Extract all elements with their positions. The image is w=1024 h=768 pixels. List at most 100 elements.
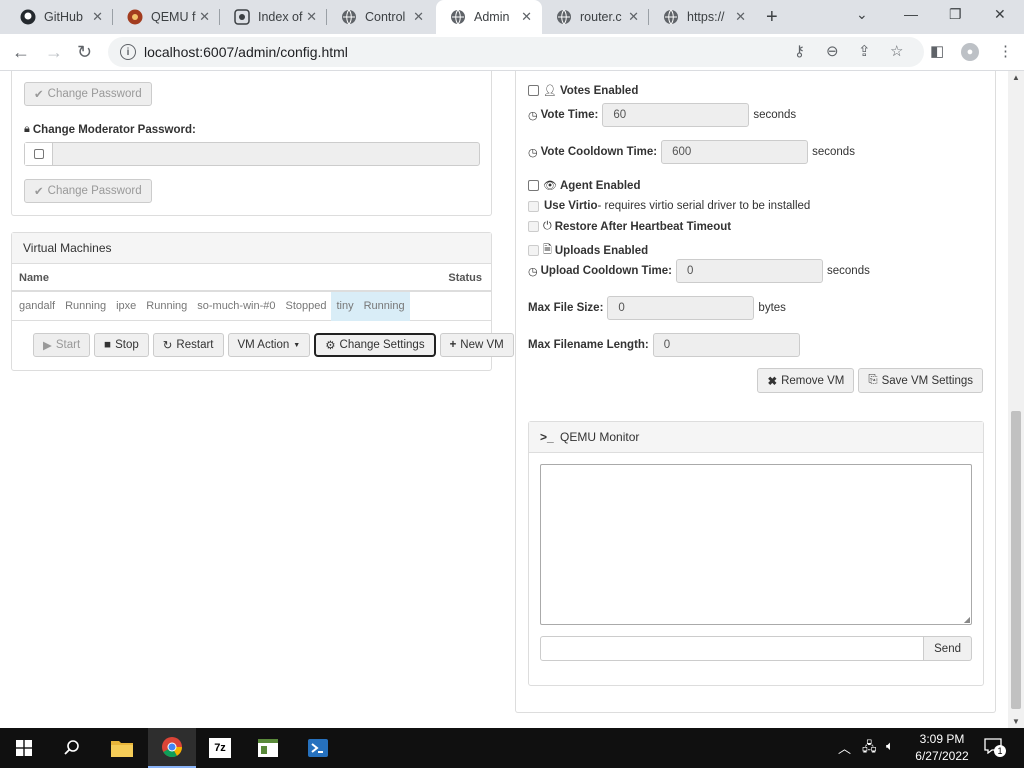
vote-cooldown-label: Vote Cooldown Time: — [540, 146, 658, 158]
vm-status[interactable]: Running — [141, 300, 192, 312]
tab-search-icon[interactable]: ⌄ — [856, 6, 868, 23]
new-vm-button[interactable]: + New VM — [439, 333, 514, 357]
show-password-checkbox[interactable] — [33, 149, 44, 159]
input-value: 60 — [613, 109, 627, 121]
use-virtio-row[interactable]: Use Virtio - requires virtio serial driv… — [528, 200, 810, 212]
show-password-toggle[interactable] — [25, 143, 53, 165]
volume-icon[interactable]: 🔈︎ — [886, 738, 894, 754]
button-label: Send — [934, 642, 961, 655]
agent-enabled-checkbox[interactable] — [528, 180, 539, 191]
start-button[interactable] — [0, 728, 48, 768]
profile-avatar[interactable]: ● — [961, 43, 979, 61]
restart-button[interactable]: ↻ Restart — [152, 333, 224, 357]
close-icon[interactable]: ✕ — [199, 10, 210, 24]
close-window-button[interactable]: ✕ — [994, 6, 1006, 23]
taskbar-file-explorer[interactable] — [98, 728, 146, 768]
vm-status[interactable]: Running — [359, 300, 410, 312]
votes-enabled-checkbox[interactable] — [528, 85, 539, 96]
use-virtio-label: Use Virtio — [544, 200, 598, 212]
vote-cooldown-input[interactable]: 600 — [661, 140, 809, 164]
network-icon[interactable]: 🖧︎ — [862, 738, 877, 760]
restart-icon: ↻ — [162, 340, 173, 352]
taskbar-powershell[interactable] — [294, 728, 342, 768]
close-icon[interactable]: ✕ — [92, 10, 103, 24]
side-panel-icon[interactable]: ◧ — [930, 43, 944, 61]
back-button[interactable]: ← — [12, 42, 30, 62]
upload-cooldown-input[interactable]: 0 — [676, 259, 824, 283]
page-scrollbar[interactable]: ▲ ▼ — [1008, 71, 1024, 728]
close-icon[interactable]: ✕ — [306, 10, 317, 24]
7zip-icon: 7z — [209, 738, 231, 758]
change-settings-button[interactable]: ⚙ Change Settings — [314, 333, 436, 357]
vm-status[interactable]: Stopped — [281, 300, 332, 312]
votes-enabled-row[interactable]: 👤︎ Votes Enabled — [528, 84, 638, 97]
close-icon[interactable]: ✕ — [521, 10, 532, 24]
eye-icon: 👁︎ — [543, 180, 557, 192]
restore-heartbeat-row[interactable]: ⏻ Restore After Heartbeat Timeout — [528, 220, 731, 233]
close-icon[interactable]: ✕ — [735, 10, 746, 24]
share-icon[interactable]: ⇪ — [858, 43, 871, 61]
menu-kebab-icon[interactable]: ⋮ — [998, 43, 1013, 61]
max-file-size-input[interactable]: 0 — [607, 296, 755, 320]
vm-name[interactable]: so-much-win-#0 — [192, 300, 280, 312]
agent-enabled-row[interactable]: 👁︎ Agent Enabled — [528, 179, 640, 192]
moderator-password-input[interactable] — [53, 143, 479, 165]
restore-heartbeat-checkbox[interactable] — [528, 221, 539, 232]
taskbar-search-button[interactable] — [48, 728, 96, 768]
taskbar-chrome[interactable] — [148, 728, 196, 768]
change-moderator-password-button[interactable]: ✔ Change Password — [24, 179, 152, 203]
save-vm-settings-button[interactable]: ⎘ Save VM Settings — [858, 368, 983, 393]
vm-name[interactable]: gandalf — [14, 300, 60, 312]
close-icon[interactable]: ✕ — [413, 10, 424, 24]
stop-button[interactable]: ■ Stop — [94, 333, 149, 357]
remove-vm-button[interactable]: ✖ Remove VM — [757, 368, 855, 393]
max-filename-input[interactable]: 0 — [652, 333, 800, 357]
zoom-icon[interactable]: ⊖ — [826, 43, 839, 61]
button-label: Start — [55, 339, 81, 351]
vm-name[interactable]: tiny — [331, 300, 358, 312]
uploads-enabled-row[interactable]: 🗎 Uploads Enabled — [528, 241, 648, 260]
reload-button[interactable]: ↻ — [77, 42, 92, 62]
uploads-enabled-checkbox[interactable] — [528, 245, 539, 256]
scroll-up-arrow-icon[interactable]: ▲ — [1012, 73, 1020, 82]
tab-qemu[interactable]: QEMU f ✕ — [113, 0, 220, 34]
vote-time-input[interactable]: 60 — [602, 103, 750, 127]
tab-index-of[interactable]: Index of ✕ — [220, 0, 327, 34]
taskbar-clock[interactable]: 3:09 PM 6/27/2022 — [912, 731, 972, 765]
button-label: Restart — [176, 339, 214, 351]
monitor-command-input[interactable] — [540, 636, 925, 661]
bookmark-star-icon[interactable]: ☆ — [890, 43, 903, 61]
tab-control[interactable]: Control ✕ — [327, 0, 434, 34]
key-icon[interactable]: ⚷ — [794, 43, 805, 61]
site-info-icon[interactable]: i — [120, 44, 136, 60]
forward-button[interactable]: → — [45, 42, 63, 62]
tab-https[interactable]: https:// ✕ — [649, 0, 756, 34]
tab-admin[interactable]: Admin ✕ — [436, 0, 542, 34]
restore-button[interactable]: ❐ — [949, 6, 962, 23]
scrollbar-thumb[interactable] — [1011, 411, 1021, 709]
vm-action-dropdown[interactable]: VM Action ▼ — [227, 333, 311, 357]
start-button[interactable]: ▶ Start — [33, 333, 91, 357]
taskbar-app[interactable] — [244, 728, 292, 768]
moderator-password-label: 🔒︎ Change Moderator Password: — [24, 123, 196, 136]
send-button[interactable]: Send — [924, 636, 972, 661]
tab-router[interactable]: router.c ✕ — [542, 0, 649, 34]
scroll-down-arrow-icon[interactable]: ▼ — [1012, 717, 1020, 726]
close-icon[interactable]: ✕ — [628, 10, 639, 24]
use-virtio-checkbox[interactable] — [528, 200, 539, 212]
label-text: Change Moderator Password: — [32, 123, 196, 136]
input-value: 0 — [687, 265, 694, 277]
notification-center-button[interactable]: 1 — [984, 738, 1006, 757]
max-filename-row: Max Filename Length: 0 — [528, 333, 800, 357]
vm-name[interactable]: ipxe — [111, 300, 141, 312]
resize-handle-icon[interactable]: ◢ — [964, 615, 970, 624]
vm-row-selected[interactable]: tiny Running — [331, 291, 410, 321]
show-hidden-icons-icon[interactable]: ︿ — [838, 738, 851, 757]
change-password-button[interactable]: ✔ Change Password — [24, 82, 152, 106]
minimize-button[interactable]: — — [904, 6, 918, 22]
monitor-output-textarea[interactable]: ◢ — [540, 464, 972, 625]
tab-github[interactable]: GitHub ✕ — [6, 0, 113, 34]
taskbar-7zip[interactable]: 7z — [196, 728, 244, 768]
vm-status[interactable]: Running — [60, 300, 111, 312]
new-tab-button[interactable]: + — [766, 7, 778, 27]
